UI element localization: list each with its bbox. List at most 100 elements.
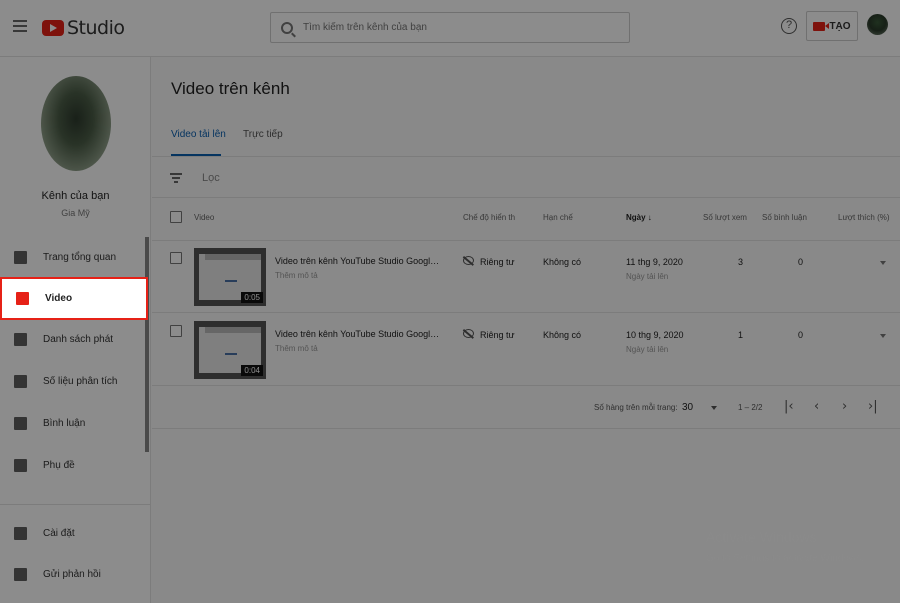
next-page-icon[interactable]: › [842, 399, 847, 414]
tab-uploads[interactable]: Video tải lên [171, 129, 226, 140]
thumbnail-button [225, 280, 237, 282]
sidebar-item-label: Số liệu phân tích [43, 375, 118, 387]
last-page-icon[interactable]: ›| [868, 399, 878, 414]
playlist-icon [14, 332, 27, 346]
sidebar-item-label: Gửi phản hồi [43, 568, 101, 580]
video-description: Thêm mô tả [275, 344, 318, 353]
main-content: Video trên kênh Video tải lên Trực tiếp … [152, 57, 900, 603]
row-checkbox[interactable] [170, 252, 182, 264]
date-subtitle: Ngày tải lên [626, 272, 669, 281]
tab-live[interactable]: Trực tiếp [243, 129, 283, 140]
channel-subtitle: Gia Mỹ [61, 208, 90, 218]
column-header-date-label: Ngày [626, 213, 646, 222]
column-header-date[interactable]: Ngày ↓ [626, 213, 652, 222]
video-title[interactable]: Video trên kênh YouTube Studio Google Ch… [275, 329, 440, 339]
first-page-icon[interactable]: |‹ [784, 399, 794, 414]
visibility-private-icon [463, 256, 474, 265]
comments-icon [14, 416, 27, 430]
previous-page-icon[interactable]: ‹ [814, 399, 819, 414]
activate-windows-title: Activate Windows [706, 529, 817, 545]
youtube-play-icon [42, 20, 64, 36]
chevron-down-icon[interactable] [711, 406, 717, 410]
column-header-views: Số lượt xem [703, 213, 747, 222]
sidebar-item-video[interactable]: Video [0, 277, 148, 320]
video-icon [16, 292, 29, 305]
video-camera-icon [813, 21, 830, 31]
visibility-value[interactable]: Riêng tư [480, 330, 515, 340]
filter-icon[interactable] [170, 173, 182, 183]
restriction-value: Không có [543, 257, 582, 267]
row-checkbox[interactable] [170, 325, 182, 337]
comments-value: 0 [798, 330, 804, 340]
channel-avatar[interactable] [41, 76, 111, 171]
thumbnail-toolbar [205, 327, 261, 333]
date-value: 10 thg 9, 2020 [626, 330, 684, 340]
date-value: 11 thg 9, 2020 [626, 257, 683, 267]
sidebar-item-comments[interactable]: Bình luận [0, 403, 146, 443]
search-box[interactable] [270, 12, 630, 43]
sidebar: Kênh của bạn Gia Mỹ Trang tổng quan Danh… [0, 57, 151, 603]
feedback-icon [14, 567, 27, 581]
column-header-visibility: Chế độ hiển thị [463, 213, 515, 222]
select-all-checkbox[interactable] [170, 211, 182, 223]
channel-name: Kênh của bạn [41, 190, 110, 202]
activate-windows-subtitle: Go to Settings to activate Windows. [706, 553, 864, 564]
rows-per-page-label: Số hàng trên mỗi trang: [594, 403, 678, 412]
sidebar-item-label: Danh sách phát [43, 333, 114, 345]
search-input[interactable] [303, 22, 603, 33]
sidebar-item-analytics[interactable]: Số liệu phân tích [0, 361, 146, 401]
create-button[interactable]: TẠO [806, 11, 858, 41]
visibility-private-icon [463, 329, 474, 338]
tabs-divider [152, 156, 900, 157]
column-header-video: Video [194, 213, 215, 222]
logo-text: Studio [67, 17, 125, 39]
page-title: Video trên kênh [171, 79, 290, 98]
video-thumbnail[interactable]: 0:05 [194, 248, 266, 306]
visibility-value[interactable]: Riêng tư [480, 257, 515, 267]
sidebar-item-label: Trang tổng quan [43, 251, 117, 263]
sidebar-item-subtitles[interactable]: Phụ đề [0, 445, 146, 485]
column-header-restrictions: Hạn chế [543, 213, 573, 222]
video-title[interactable]: Video trên kênh YouTube Studio Google Ch… [275, 256, 440, 266]
sidebar-item-label: Cài đặt [43, 527, 75, 539]
pagination: Số hàng trên mỗi trang: 30 1 – 2/2 |‹ ‹ … [152, 387, 900, 429]
hamburger-menu-icon[interactable] [13, 20, 27, 32]
create-label: TẠO [829, 20, 851, 32]
page-range: 1 – 2/2 [738, 403, 763, 412]
account-avatar[interactable] [867, 14, 888, 35]
sidebar-item-playlists[interactable]: Danh sách phát [0, 319, 146, 359]
studio-logo[interactable]: Studio [42, 17, 125, 39]
video-duration: 0:04 [241, 365, 263, 376]
likes-value [880, 261, 886, 265]
video-duration: 0:05 [241, 292, 263, 303]
sidebar-divider [0, 504, 151, 505]
comments-value: 0 [798, 257, 804, 267]
video-description: Thêm mô tả [275, 271, 318, 280]
thumbnail-toolbar [205, 254, 261, 260]
sidebar-item-settings[interactable]: Cài đặt [0, 513, 146, 553]
thumbnail-button [225, 353, 237, 355]
sidebar-item-label: Bình luận [43, 417, 86, 429]
sidebar-scrollbar[interactable] [145, 237, 149, 452]
column-header-comments: Số bình luận [762, 213, 807, 222]
sidebar-item-dashboard[interactable]: Trang tổng quan [0, 237, 146, 277]
search-icon [281, 21, 293, 34]
views-value: 3 [738, 257, 744, 267]
analytics-icon [14, 374, 27, 388]
help-icon[interactable]: ? [781, 18, 797, 34]
column-header-likes: Lượt thích (%) [838, 213, 890, 222]
date-subtitle: Ngày tải lên [626, 345, 669, 354]
sidebar-item-feedback[interactable]: Gửi phản hồi [0, 554, 146, 594]
video-thumbnail[interactable]: 0:04 [194, 321, 266, 379]
likes-value [880, 334, 886, 338]
sort-arrow-icon: ↓ [647, 213, 652, 222]
filter-divider [152, 197, 900, 198]
views-value: 1 [738, 330, 744, 340]
table-row[interactable]: 0:04 Video trên kênh YouTube Studio Goog… [152, 314, 900, 386]
gear-icon [14, 526, 27, 540]
rows-per-page-select[interactable]: 30 [682, 402, 693, 413]
filter-input[interactable]: Lọc [202, 172, 220, 184]
sidebar-item-label: Phụ đề [43, 459, 75, 471]
table-row[interactable]: 0:05 Video trên kênh YouTube Studio Goog… [152, 241, 900, 313]
sidebar-item-label: Video [45, 293, 73, 304]
